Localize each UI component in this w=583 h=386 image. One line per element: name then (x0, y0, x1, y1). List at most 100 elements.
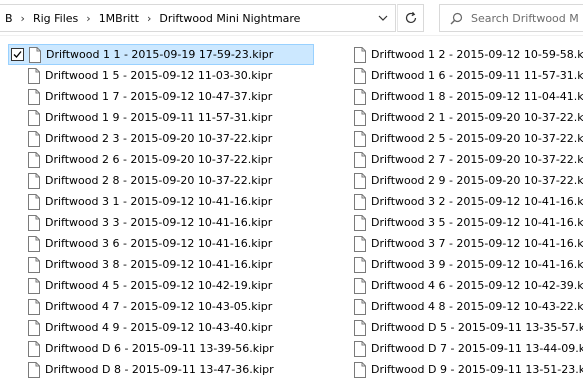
file-item[interactable]: Driftwood 4 5 - 2015-09-12 10-42-19.kipr (8, 275, 314, 296)
file-icon (29, 46, 41, 63)
file-name: Driftwood D 8 - 2015-09-11 13-47-36.kipr (45, 363, 274, 376)
file-name: Driftwood 3 6 - 2015-09-12 10-41-16.kipr (45, 237, 273, 250)
file-icon (28, 298, 40, 315)
file-icon (28, 172, 40, 189)
file-icon (28, 256, 40, 273)
file-list: Driftwood 1 1 - 2015-09-19 17-59-23.kipr… (0, 44, 583, 386)
file-icon (28, 361, 40, 378)
file-item[interactable]: Driftwood 3 3 - 2015-09-12 10-41-16.kipr (8, 212, 314, 233)
chevron-down-icon (378, 15, 388, 21)
breadcrumb-item-rig-files[interactable]: Rig Files (31, 12, 80, 25)
file-icon (354, 193, 366, 210)
search-input[interactable]: Search Driftwood M (471, 12, 579, 25)
file-item[interactable]: Driftwood D 9 - 2015-09-11 13-51-23.kipr (334, 359, 583, 380)
checkbox-checked-icon[interactable] (11, 48, 24, 61)
file-item[interactable]: Driftwood 1 2 - 2015-09-12 10-59-58.kipr (334, 44, 583, 65)
breadcrumb-item-drive[interactable]: B (3, 12, 15, 25)
breadcrumb-item-1mbritt[interactable]: 1MBritt (97, 12, 141, 25)
file-icon (28, 319, 40, 336)
file-item[interactable]: Driftwood 4 7 - 2015-09-12 10-43-05.kipr (8, 296, 314, 317)
file-item[interactable]: Driftwood 4 8 - 2015-09-12 10-43-22.kipr (334, 296, 583, 317)
file-item[interactable]: Driftwood 2 6 - 2015-09-20 10-37-22.kipr (8, 149, 314, 170)
toolbar: B › Rig Files › 1MBritt › Driftwood Mini… (0, 0, 583, 36)
file-icon (354, 277, 366, 294)
file-icon (354, 109, 366, 126)
file-item[interactable]: Driftwood 3 2 - 2015-09-12 10-41-16.kipr (334, 191, 583, 212)
file-name: Driftwood D 5 - 2015-09-11 13-35-57.kipr (371, 321, 583, 334)
file-item[interactable]: Driftwood 2 9 - 2015-09-20 10-37-22.kipr (334, 170, 583, 191)
file-icon (354, 361, 366, 378)
file-item[interactable]: Driftwood 2 7 - 2015-09-20 10-37-22.kipr (334, 149, 583, 170)
file-icon (354, 319, 366, 336)
file-icon (354, 340, 366, 357)
file-item[interactable]: Driftwood 3 5 - 2015-09-12 10-41-16.kipr (334, 212, 583, 233)
file-icon (28, 277, 40, 294)
file-item[interactable]: Driftwood 2 3 - 2015-09-20 10-37-22.kipr (8, 128, 314, 149)
file-icon (28, 109, 40, 126)
chevron-right-icon[interactable]: › (141, 12, 157, 25)
address-bar[interactable]: B › Rig Files › 1MBritt › Driftwood Mini… (0, 4, 396, 32)
file-name: Driftwood 2 8 - 2015-09-20 10-37-22.kipr (45, 174, 273, 187)
file-icon (28, 130, 40, 147)
file-item[interactable]: Driftwood 3 8 - 2015-09-12 10-41-16.kipr (8, 254, 314, 275)
file-name: Driftwood 1 8 - 2015-09-12 11-04-41.kipr (371, 90, 583, 103)
file-name: Driftwood 4 8 - 2015-09-12 10-43-22.kipr (371, 300, 583, 313)
file-item[interactable]: Driftwood 3 9 - 2015-09-12 10-41-16.kipr (334, 254, 583, 275)
file-item[interactable]: Driftwood 1 9 - 2015-09-11 11-57-31.kipr (8, 107, 314, 128)
file-item[interactable]: Driftwood 3 7 - 2015-09-12 10-41-16.kipr (334, 233, 583, 254)
file-name: Driftwood 4 6 - 2015-09-12 10-42-39.kipr (371, 279, 583, 292)
file-item[interactable]: Driftwood 1 6 - 2015-09-11 11-57-31.kipr (334, 65, 583, 86)
file-item[interactable]: Driftwood D 5 - 2015-09-11 13-35-57.kipr (334, 317, 583, 338)
file-icon (354, 151, 366, 168)
file-icon (28, 214, 40, 231)
file-icon (354, 298, 366, 315)
chevron-right-icon[interactable]: › (15, 12, 31, 25)
file-name: Driftwood 1 7 - 2015-09-12 10-47-37.kipr (45, 90, 273, 103)
file-name: Driftwood 3 9 - 2015-09-12 10-41-16.kipr (371, 258, 583, 271)
file-item[interactable]: Driftwood D 7 - 2015-09-11 13-44-09.kipr (334, 338, 583, 359)
file-icon (354, 67, 366, 84)
file-item[interactable]: Driftwood 1 5 - 2015-09-12 11-03-30.kipr (8, 65, 314, 86)
file-name: Driftwood 2 3 - 2015-09-20 10-37-22.kipr (45, 132, 273, 145)
refresh-button[interactable] (397, 4, 424, 32)
file-item[interactable]: Driftwood 3 6 - 2015-09-12 10-41-16.kipr (8, 233, 314, 254)
file-icon (354, 88, 366, 105)
refresh-icon (405, 11, 416, 24)
breadcrumb-item-driftwood-mini-nightmare[interactable]: Driftwood Mini Nightmare (157, 12, 302, 25)
file-item[interactable]: Driftwood 1 8 - 2015-09-12 11-04-41.kipr (334, 86, 583, 107)
file-icon (28, 193, 40, 210)
file-icon (354, 214, 366, 231)
file-item[interactable]: Driftwood 3 1 - 2015-09-12 10-41-16.kipr (8, 191, 314, 212)
file-item[interactable]: Driftwood 2 8 - 2015-09-20 10-37-22.kipr (8, 170, 314, 191)
breadcrumb: B › Rig Files › 1MBritt › Driftwood Mini… (0, 5, 371, 31)
file-name: Driftwood 2 5 - 2015-09-20 10-37-22.kipr (371, 132, 583, 145)
file-item[interactable]: Driftwood D 6 - 2015-09-11 13-39-56.kipr (8, 338, 314, 359)
file-item[interactable]: Driftwood 1 1 - 2015-09-19 17-59-23.kipr (8, 44, 314, 65)
file-name: Driftwood 1 9 - 2015-09-11 11-57-31.kipr (45, 111, 273, 124)
file-item[interactable]: Driftwood D 8 - 2015-09-11 13-47-36.kipr (8, 359, 314, 380)
file-name: Driftwood 4 5 - 2015-09-12 10-42-19.kipr (45, 279, 273, 292)
file-icon (28, 88, 40, 105)
file-icon (354, 130, 366, 147)
file-name: Driftwood 3 3 - 2015-09-12 10-41-16.kipr (45, 216, 273, 229)
file-item[interactable]: Driftwood 4 9 - 2015-09-12 10-43-40.kipr (8, 317, 314, 338)
file-name: Driftwood 2 1 - 2015-09-20 10-37-22.kipr (371, 111, 583, 124)
file-item[interactable]: Driftwood 2 1 - 2015-09-20 10-37-22.kipr (334, 107, 583, 128)
file-name: Driftwood 2 9 - 2015-09-20 10-37-22.kipr (371, 174, 583, 187)
file-name: Driftwood D 7 - 2015-09-11 13-44-09.kipr (371, 342, 583, 355)
address-dropdown-button[interactable] (371, 5, 395, 31)
file-icon (28, 340, 40, 357)
file-item[interactable]: Driftwood 2 5 - 2015-09-20 10-37-22.kipr (334, 128, 583, 149)
file-name: Driftwood 1 2 - 2015-09-12 10-59-58.kipr (371, 48, 583, 61)
search-box[interactable]: Search Driftwood M (439, 4, 583, 32)
file-item[interactable]: Driftwood 4 6 - 2015-09-12 10-42-39.kipr (334, 275, 583, 296)
file-icon (354, 46, 366, 63)
search-icon (450, 12, 463, 24)
file-name: Driftwood 3 2 - 2015-09-12 10-41-16.kipr (371, 195, 583, 208)
file-item[interactable]: Driftwood 1 7 - 2015-09-12 10-47-37.kipr (8, 86, 314, 107)
chevron-right-icon[interactable]: › (80, 12, 96, 25)
file-name: Driftwood 2 7 - 2015-09-20 10-37-22.kipr (371, 153, 583, 166)
file-name: Driftwood 3 7 - 2015-09-12 10-41-16.kipr (371, 237, 583, 250)
file-name: Driftwood 3 1 - 2015-09-12 10-41-16.kipr (45, 195, 273, 208)
file-name: Driftwood 2 6 - 2015-09-20 10-37-22.kipr (45, 153, 273, 166)
